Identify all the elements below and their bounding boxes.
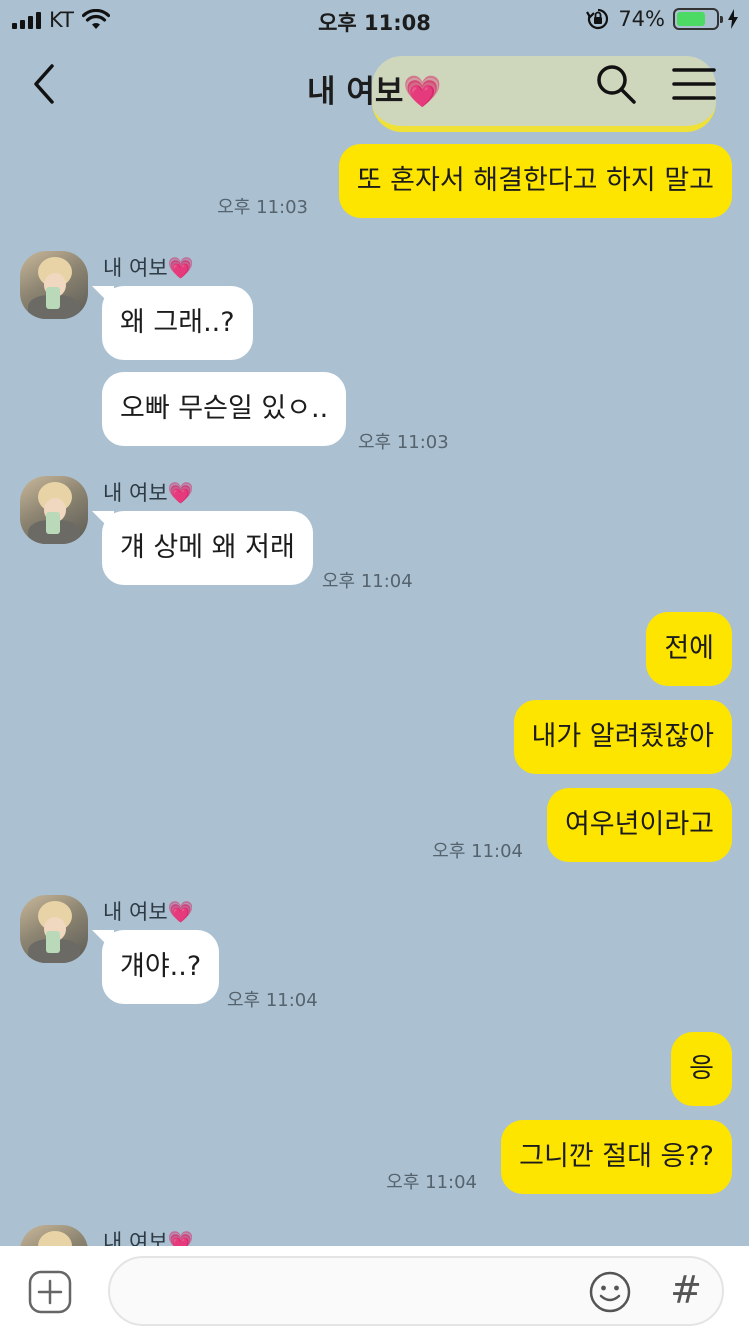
hashtag-button[interactable]: # [666,1266,706,1314]
battery-fill [677,12,706,26]
search-icon [597,65,636,104]
message-time: 오후 11:04 [386,1172,477,1193]
my-message-bubble[interactable]: 또 혼자서 해결한다고 하지 말고 [338,144,732,218]
emoji-button[interactable] [588,1270,632,1314]
sender-name: 내 여보💗 [103,900,194,924]
friend-avatar[interactable] [20,895,88,963]
message-time: 오후 11:03 [358,432,449,453]
friend-message-bubble[interactable]: 걔 상메 왜 저래 [102,511,313,585]
my-message-bubble[interactable]: 전에 [646,612,732,686]
hamburger-menu-icon [672,68,716,100]
my-message-bubble[interactable]: 그니깐 절대 응?? [501,1120,732,1194]
friend-avatar[interactable] [20,476,88,544]
friend-avatar[interactable] [20,251,88,319]
friend-message-bubble[interactable]: 왜 그래..? [102,286,253,360]
friend-message-bubble[interactable]: 걔야..? [102,930,220,1004]
message-input-bar: # [0,1246,749,1334]
plus-icon [28,1270,72,1314]
message-time: 오후 11:04 [227,990,318,1011]
sender-name: 내 여보💗 [103,256,194,280]
menu-button[interactable] [670,60,718,108]
charging-bolt-icon [728,9,738,29]
status-right: 74% [586,7,739,31]
battery-percent: 74% [618,7,665,31]
emoji-icon [589,1271,631,1313]
message-time: 오후 11:03 [217,197,308,218]
message-time: 오후 11:04 [322,571,413,592]
sender-name: 내 여보💗 [103,481,194,505]
friend-message-bubble[interactable]: 오빠 무슨일 있ㅇ.. [102,372,347,446]
my-message-bubble[interactable]: 여우년이라고 [546,788,732,862]
chat-header: 내 여보💗 [0,44,749,124]
message-time: 오후 11:04 [432,841,523,862]
battery-icon [673,8,723,30]
status-bar: KT 오후 11:08 74% [0,0,749,40]
search-button[interactable] [592,60,640,108]
attach-button[interactable] [28,1270,72,1314]
my-message-bubble[interactable]: 내가 알려줬잖아 [513,700,732,774]
rotation-lock-icon [586,8,609,30]
my-message-bubble[interactable]: 응 [671,1032,732,1106]
